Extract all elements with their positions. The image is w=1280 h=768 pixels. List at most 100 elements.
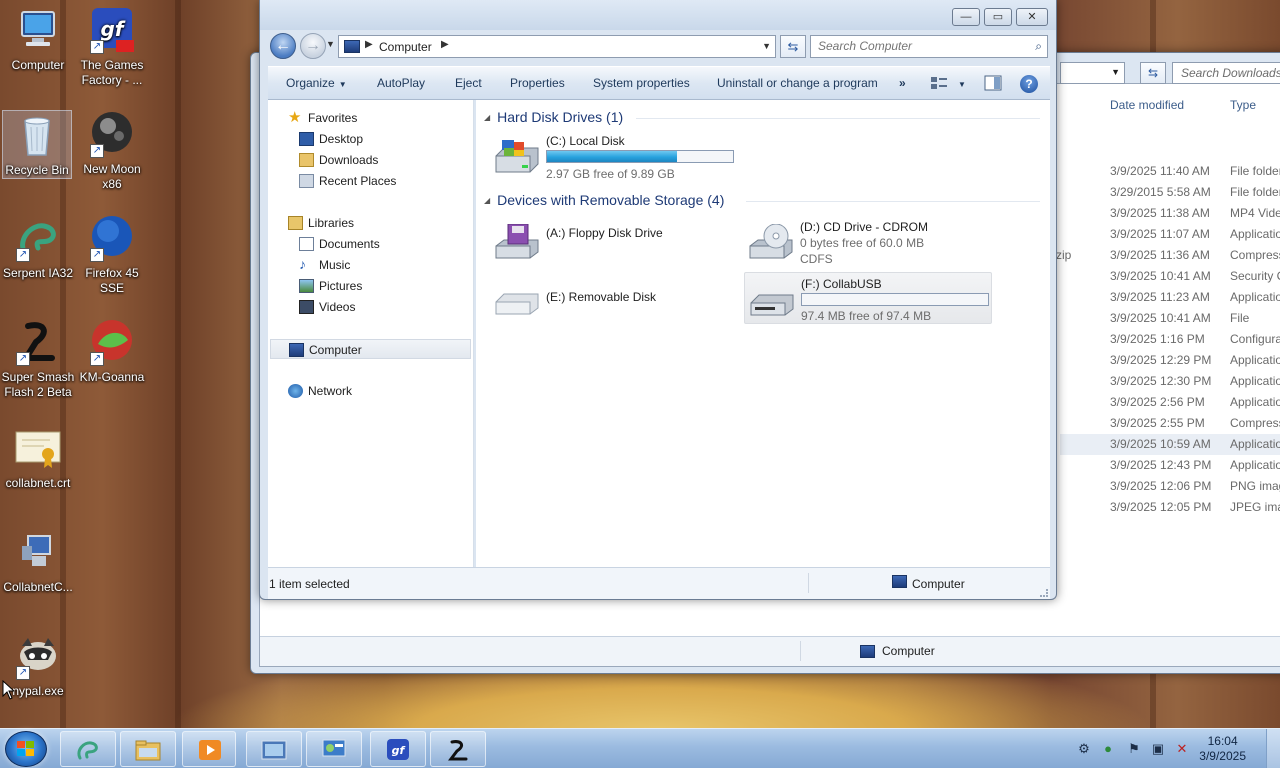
nav-desktop[interactable]: Desktop	[268, 129, 473, 149]
breadcrumb-separator-icon[interactable]: ▶	[365, 39, 373, 50]
back-address-dropdown[interactable]: ▼	[1060, 62, 1125, 84]
desktop-icon-firefox[interactable]: ↗ Firefox 45 SSE	[74, 214, 150, 296]
back-refresh-button[interactable]: ⇆	[1140, 62, 1166, 84]
show-desktop-button[interactable]	[1266, 729, 1280, 768]
display-tray-icon[interactable]: ▣	[1150, 742, 1166, 756]
resize-grip[interactable]	[1040, 589, 1048, 597]
status-divider	[800, 641, 801, 661]
table-row[interactable]: 3/9/2025 12:06 PM PNG image	[1060, 476, 1280, 497]
taskbar-explorer[interactable]	[120, 731, 176, 767]
nav-downloads[interactable]: Downloads	[268, 150, 473, 170]
desktop-icon-collabnet-client[interactable]: CollabnetC...	[0, 528, 76, 595]
taskbar-serpent[interactable]	[60, 731, 116, 767]
desktop-icon-serpent[interactable]: ↗ Serpent IA32	[0, 214, 76, 281]
desktop-icon-km-goanna[interactable]: ↗ KM-Goanna	[74, 318, 150, 385]
desktop-icon-games-factory[interactable]: gf ↗ The Games Factory - ...	[74, 6, 150, 88]
autoplay-button[interactable]: AutoPlay	[377, 76, 425, 90]
drive-a[interactable]: (A:) Floppy Disk Drive	[490, 216, 738, 268]
nav-favorites[interactable]: ★ Favorites	[268, 108, 473, 128]
help-icon[interactable]: ?	[1020, 75, 1038, 93]
table-row[interactable]: 3/9/2025 12:29 PM Application	[1060, 350, 1280, 371]
desktop-icon-recycle-bin[interactable]: Recycle Bin	[2, 110, 72, 179]
search-icon[interactable]: ⌕	[1035, 39, 1042, 54]
taskbar-screenshot-tool[interactable]	[246, 731, 302, 767]
address-dropdown-icon[interactable]: ▼	[762, 41, 771, 51]
collapse-triangle-icon[interactable]: ◢	[484, 196, 490, 205]
system-properties-button[interactable]: System properties	[593, 76, 690, 90]
table-row[interactable]: 3/9/2025 2:55 PM Compressed	[1060, 413, 1280, 434]
nav-libraries[interactable]: Libraries	[268, 213, 473, 233]
desktop-icon-new-moon[interactable]: ↗ New Moon x86	[74, 110, 150, 192]
start-button[interactable]	[5, 731, 47, 767]
maximize-button[interactable]: ▭	[984, 8, 1012, 26]
back-button[interactable]: ←	[270, 33, 296, 59]
network-tray-icon[interactable]: ⚙	[1076, 742, 1092, 756]
back-search-input[interactable]: Search Downloads	[1172, 62, 1280, 84]
table-row[interactable]: 3/9/2025 12:30 PM Application	[1060, 371, 1280, 392]
change-view-icon[interactable]	[930, 75, 948, 91]
action-center-flag-icon[interactable]: ⚑	[1126, 742, 1142, 756]
forward-button[interactable]: →	[300, 33, 326, 59]
nav-recent-places[interactable]: Recent Places	[268, 171, 473, 191]
close-button[interactable]: ✕	[1016, 8, 1048, 26]
search-box[interactable]: ⌕	[810, 35, 1048, 58]
table-row[interactable]: 3/9/2025 11:38 AM MP4 Video	[1060, 203, 1280, 224]
collapse-triangle-icon[interactable]: ◢	[484, 113, 490, 122]
volume-muted-icon[interactable]: ✕	[1174, 742, 1190, 756]
more-commands-button[interactable]: »	[899, 76, 906, 90]
drive-c[interactable]: (C:) Local Disk 2.97 GB free of 9.89 GB	[490, 130, 738, 182]
minimize-button[interactable]: —	[952, 8, 980, 26]
table-row[interactable]: 3/9/2025 11:36 AM Compressed zip	[1056, 245, 1280, 266]
taskbar-super-smash-flash[interactable]	[430, 731, 486, 767]
group-hard-disk-drives[interactable]: ◢ Hard Disk Drives (1)	[484, 109, 623, 125]
table-row[interactable]: 3/9/2025 10:41 AM File	[1060, 308, 1280, 329]
breadcrumb-separator-icon[interactable]: ▶	[441, 39, 449, 50]
drive-f[interactable]: (F:) CollabUSB 97.4 MB free of 97.4 MB	[744, 272, 992, 324]
security-shield-icon[interactable]: ●	[1100, 742, 1116, 756]
table-row[interactable]: 3/9/2025 11:40 AM File folder	[1060, 161, 1280, 182]
table-row[interactable]: 3/9/2025 11:23 AM Application	[1060, 287, 1280, 308]
row-type: Application	[1230, 290, 1280, 304]
column-type[interactable]: Type	[1230, 98, 1256, 112]
breadcrumb-computer[interactable]: Computer	[379, 40, 432, 54]
table-row[interactable]: 3/29/2015 5:58 AM File folder	[1060, 182, 1280, 203]
drive-e[interactable]: (E:) Removable Disk	[490, 272, 738, 324]
table-row[interactable]: 3/9/2025 12:43 PM Application	[1060, 455, 1280, 476]
table-row[interactable]: 3/9/2025 10:59 AM Application	[1060, 434, 1280, 455]
eject-button[interactable]: Eject	[455, 76, 482, 90]
desktop-icon-collabnet-crt[interactable]: collabnet.crt	[0, 424, 76, 491]
table-row[interactable]: 3/9/2025 11:07 AM Application	[1060, 224, 1280, 245]
drive-d[interactable]: (D:) CD Drive - CDROM 0 bytes free of 60…	[744, 216, 992, 268]
desktop-icon-super-smash-flash[interactable]: ↗ Super Smash Flash 2 Beta	[0, 318, 76, 400]
properties-button[interactable]: Properties	[510, 76, 565, 90]
taskbar-control-panel[interactable]	[306, 731, 362, 767]
table-row[interactable]: 3/9/2025 12:05 PM JPEG image	[1060, 497, 1280, 518]
table-row[interactable]: 3/9/2025 2:56 PM Application	[1060, 392, 1280, 413]
uninstall-program-button[interactable]: Uninstall or change a program	[717, 76, 878, 90]
nav-documents[interactable]: Documents	[268, 234, 473, 254]
organize-button[interactable]: Organize ▼	[286, 76, 347, 90]
nav-music[interactable]: ♪ Music	[268, 255, 473, 275]
title-bar[interactable]: — ▭ ✕	[260, 0, 1056, 30]
table-row[interactable]: 3/9/2025 10:41 AM Security C	[1060, 266, 1280, 287]
clock[interactable]: 16:04 3/9/2025	[1199, 734, 1246, 764]
view-options-dropdown[interactable]: ▼	[954, 76, 966, 90]
group-removable-storage[interactable]: ◢ Devices with Removable Storage (4)	[484, 192, 724, 208]
taskbar-games-factory[interactable]: gf	[370, 731, 426, 767]
preview-pane-icon[interactable]	[984, 75, 1002, 91]
drive-name: (C:) Local Disk	[546, 134, 625, 148]
search-input[interactable]	[811, 36, 1011, 56]
taskbar-media-player[interactable]	[182, 731, 236, 767]
address-bar[interactable]: ▶ Computer ▶ ▼	[338, 35, 776, 58]
column-date-modified[interactable]: Date modified	[1110, 98, 1184, 112]
desktop-icon-computer[interactable]: Computer	[0, 6, 76, 73]
refresh-button[interactable]: ⇆	[780, 35, 806, 58]
recent-pages-dropdown[interactable]: ▼	[326, 39, 335, 49]
documents-icon	[299, 237, 314, 251]
nav-pictures[interactable]: Pictures	[268, 276, 473, 296]
explorer-window[interactable]: — ▭ ✕ ← → ▼ ▶ Computer ▶ ▼ ⇆ ⌕ Organize▼…	[259, 0, 1057, 600]
nav-network[interactable]: Network	[268, 381, 473, 401]
nav-videos[interactable]: Videos	[268, 297, 473, 317]
nav-computer[interactable]: Computer	[270, 339, 471, 359]
table-row[interactable]: 3/9/2025 1:16 PM Configurat	[1060, 329, 1280, 350]
